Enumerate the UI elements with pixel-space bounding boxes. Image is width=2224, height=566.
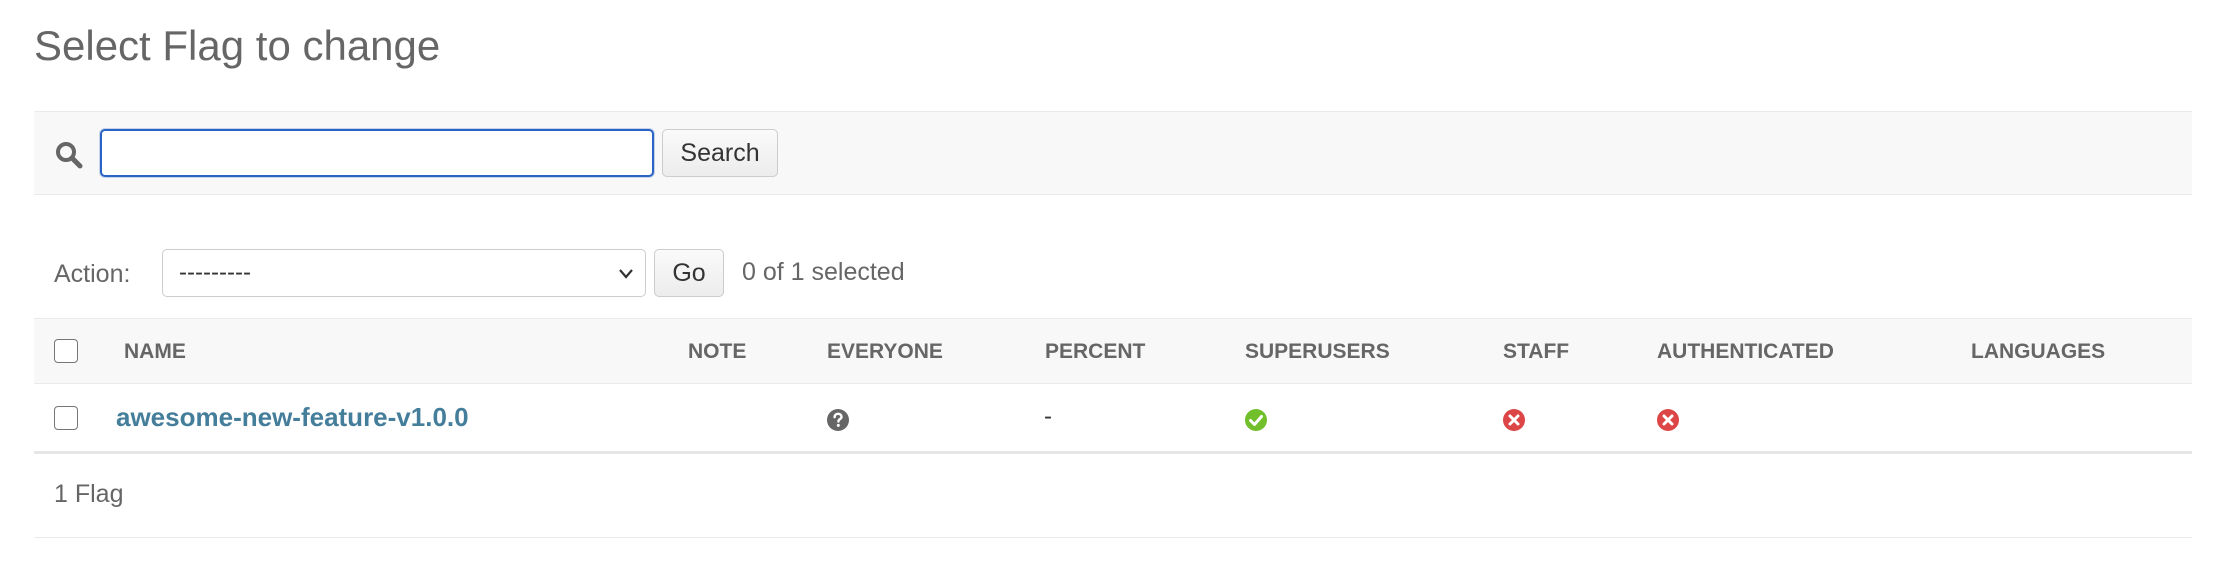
percent-cell: -	[1044, 403, 1052, 430]
column-header-authenticated[interactable]: AUTHENTICATED	[1657, 339, 1834, 365]
column-header-note[interactable]: NOTE	[688, 339, 746, 365]
selection-counter: 0 of 1 selected	[742, 258, 905, 286]
unknown-icon	[826, 408, 850, 432]
search-button[interactable]: Search	[662, 129, 778, 177]
action-label: Action:	[54, 260, 131, 288]
column-header-languages[interactable]: LANGUAGES	[1971, 339, 2105, 365]
results-table: NAME NOTE EVERYONE PERCENT SUPERUSERS ST…	[34, 318, 2192, 454]
chevron-down-icon	[615, 264, 637, 284]
no-icon	[1502, 408, 1526, 432]
actions-bar: Action: --------- Go 0 of 1 selected	[34, 244, 2192, 304]
row-select-checkbox[interactable]	[54, 406, 78, 430]
column-header-everyone[interactable]: EVERYONE	[827, 339, 943, 365]
search-icon	[54, 140, 84, 170]
select-all-checkbox[interactable]	[54, 339, 78, 363]
search-toolbar: Search	[34, 111, 2192, 195]
action-select[interactable]: ---------	[162, 249, 646, 297]
paginator: 1 Flag	[34, 454, 2192, 538]
column-header-staff[interactable]: STAFF	[1503, 339, 1569, 365]
column-header-name[interactable]: NAME	[124, 339, 186, 365]
flag-name-link[interactable]: awesome-new-feature-v1.0.0	[116, 402, 469, 432]
column-header-percent[interactable]: PERCENT	[1045, 339, 1145, 365]
table-header: NAME NOTE EVERYONE PERCENT SUPERUSERS ST…	[34, 318, 2192, 384]
search-input[interactable]	[100, 129, 654, 177]
result-count: 1 Flag	[54, 480, 124, 508]
page-title: Select Flag to change	[34, 22, 441, 69]
go-button[interactable]: Go	[654, 249, 724, 297]
table-row: awesome-new-feature-v1.0.0 -	[34, 384, 2192, 454]
no-icon	[1656, 408, 1680, 432]
column-header-superusers[interactable]: SUPERUSERS	[1245, 339, 1390, 365]
action-select-value: ---------	[179, 259, 251, 286]
yes-icon	[1244, 408, 1268, 432]
